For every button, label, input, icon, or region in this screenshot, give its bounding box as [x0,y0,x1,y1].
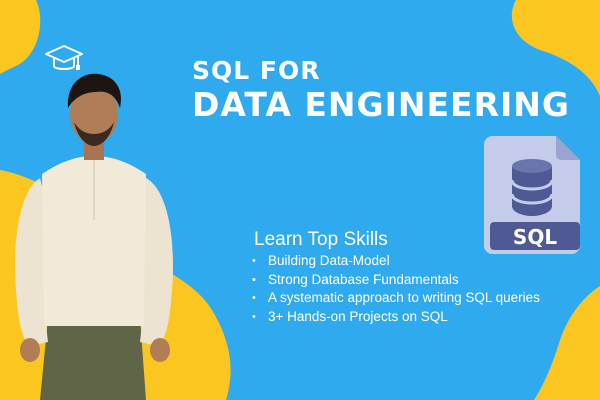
sql-icon-label: SQL [513,225,557,249]
skill-item-text: A systematic approach to writing SQL que… [268,290,540,305]
skill-item-text: Building Data-Model [268,253,390,268]
database-icon [510,159,554,216]
skill-item: • 3+ Hands-on Projects on SQL [252,308,540,327]
database-file-icon: SQL [484,136,580,254]
skill-item: • A systematic approach to writing SQL qu… [252,289,540,308]
skill-item: • Building Data-Model [252,252,540,271]
bullet: • [252,292,256,304]
skills-heading: Learn Top Skills [254,229,388,250]
bullet: • [252,310,256,323]
skill-item-text: Strong Database Fundamentals [268,271,459,287]
instructor-left-hand [20,338,40,362]
instructor-pants [40,318,146,400]
title-line-2: DATA ENGINEERING [192,85,570,124]
instructor-photo [15,73,173,400]
bullet: • [252,273,256,286]
course-banner: SQL FOR DATA ENGINEERING SQL Learn Top S… [0,0,600,400]
skill-item: • Strong Database Fundamentals [252,271,540,290]
file-fold [556,136,580,160]
course-title: SQL FOR DATA ENGINEERING [192,56,570,124]
skills-list: • Building Data-Model • Strong Database Fu… [252,252,540,326]
title-line-1: SQL FOR [192,56,321,85]
skill-item-text: 3+ Hands-on Projects on SQL [268,308,448,324]
instructor-right-hand [150,338,170,362]
bullet: • [252,255,256,267]
